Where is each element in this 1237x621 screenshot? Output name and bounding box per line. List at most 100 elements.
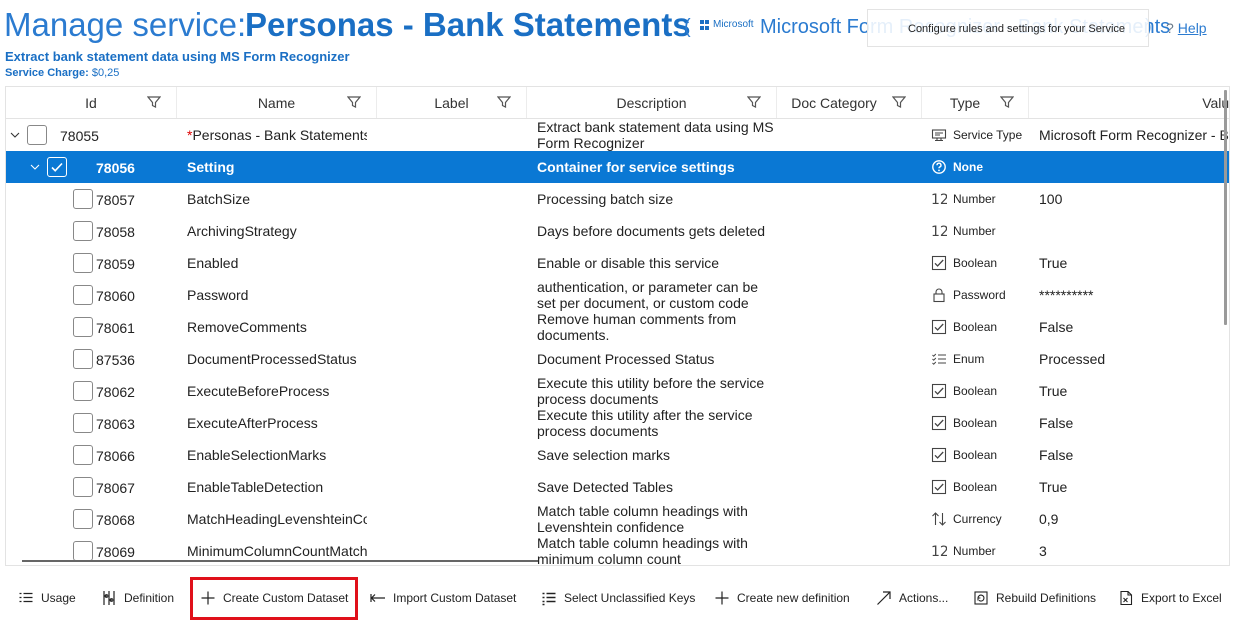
table-row[interactable]: 78061 RemoveComments Remove human comments…: [6, 311, 1229, 343]
row-checkbox[interactable]: [73, 317, 93, 337]
cell-type: Password: [953, 288, 1006, 302]
row-checkbox[interactable]: [73, 253, 93, 273]
row-checkbox[interactable]: [73, 381, 93, 401]
import-custom-dataset-label: Import Custom Dataset: [393, 591, 517, 605]
svg-text:12: 12: [931, 224, 947, 239]
cell-value: 3: [1039, 543, 1047, 559]
actions-button[interactable]: Actions...: [876, 578, 948, 618]
horizontal-scrollbar[interactable]: [22, 560, 538, 562]
table-row[interactable]: 87536 DocumentProcessedStatus Document Pro…: [6, 343, 1229, 375]
create-new-definition-button[interactable]: Create new definition: [714, 578, 850, 618]
filter-icon[interactable]: [147, 95, 161, 109]
rebuild-icon: [974, 591, 988, 605]
column-header-type[interactable]: Type: [922, 87, 1029, 118]
row-checkbox[interactable]: [73, 445, 93, 465]
filter-icon[interactable]: [497, 95, 511, 109]
cell-value: True: [1039, 479, 1068, 495]
definition-label: Definition: [124, 591, 175, 605]
cell-name: Password: [187, 287, 367, 303]
cell-id: 78063: [96, 416, 135, 432]
table-row[interactable]: 78056 Setting Container for service settin…: [6, 151, 1229, 183]
column-header-value[interactable]: Value: [1029, 87, 1229, 118]
cell-type: Number: [953, 224, 996, 238]
table-row[interactable]: 78066 EnableSelectionMarks Save selection …: [6, 439, 1229, 471]
help-label[interactable]: Help: [1178, 20, 1207, 36]
cell-id: 78062: [96, 384, 135, 400]
row-checkbox[interactable]: [73, 541, 93, 561]
number-icon: 12: [931, 544, 947, 559]
actions-arrow-icon: [877, 591, 891, 605]
rebuild-definitions-button[interactable]: Rebuild Definitions: [973, 578, 1096, 618]
cell-name: EnableSelectionMarks: [187, 447, 367, 463]
cell-name-text: DocumentProcessedStatus: [187, 351, 357, 367]
cell-description: Remove human comments from documents.: [537, 311, 737, 343]
cell-description: Extract bank statement data using MS For…: [537, 119, 774, 151]
row-checkbox[interactable]: [73, 285, 93, 305]
row-checkbox[interactable]: [73, 189, 93, 209]
table-row[interactable]: 78062 ExecuteBeforeProcess Execute this ut…: [6, 375, 1229, 407]
cell-name: ArchivingStrategy: [187, 223, 367, 239]
table-row[interactable]: 78060 Password authentication, or paramete…: [6, 279, 1229, 311]
cell-name: ExecuteAfterProcess: [187, 415, 367, 431]
cell-name: BatchSize: [187, 191, 367, 207]
row-checkbox[interactable]: [73, 413, 93, 433]
chevron-down-icon[interactable]: [30, 162, 40, 172]
usage-button[interactable]: Usage: [18, 578, 76, 618]
cell-type: Boolean: [953, 480, 998, 494]
cell-name-text: RemoveComments: [187, 319, 307, 335]
export-to-excel-button[interactable]: Export to Excel: [1118, 578, 1222, 618]
filter-icon[interactable]: [1000, 95, 1014, 109]
column-header-name[interactable]: Name: [177, 87, 377, 118]
table-row[interactable]: 78059 Enabled Enable or disable this servi…: [6, 247, 1229, 279]
cell-type: Boolean: [953, 384, 998, 398]
cell-type: Boolean: [953, 256, 998, 270]
column-header-id[interactable]: Id: [6, 87, 177, 118]
table-row[interactable]: 78057BatchSizeProcessing batch size12Num…: [6, 183, 1229, 215]
question-circle-icon: [932, 160, 946, 174]
row-checkbox[interactable]: [47, 157, 67, 177]
table-row[interactable]: 78068 MatchHeadingLevenshteinCo Match tabl…: [6, 503, 1229, 535]
select-unclassified-keys-button[interactable]: Select Unclassified Keys: [541, 578, 695, 618]
cell-name-text: MinimumColumnCountMatch: [187, 543, 367, 559]
table-row[interactable]: 78055 *Personas - Bank Statements Extract …: [6, 119, 1229, 151]
usage-icon: [19, 592, 33, 603]
import-arrow-icon: [370, 594, 385, 602]
cell-description: Execute this utility after the service p…: [537, 407, 753, 439]
cell-type: Boolean: [953, 320, 998, 334]
vertical-scrollbar[interactable]: [1224, 90, 1227, 325]
filter-icon[interactable]: [892, 95, 906, 109]
page-title-prefix: Manage service:: [4, 6, 247, 43]
cell-id: 78061: [96, 320, 135, 336]
help-link[interactable]: ? Help: [1166, 20, 1207, 36]
definition-button[interactable]: Definition: [101, 578, 174, 618]
row-checkbox[interactable]: [73, 477, 93, 497]
sort-arrows-icon: [932, 512, 946, 526]
cell-id: 78056: [96, 160, 135, 176]
select-unclassified-keys-label: Select Unclassified Keys: [564, 591, 696, 605]
column-header-doc-category[interactable]: Doc Category: [777, 87, 922, 118]
chevron-down-icon[interactable]: [10, 130, 20, 140]
column-header-label[interactable]: Label: [377, 87, 527, 118]
cell-id: 87536: [96, 352, 135, 368]
cell-value: Processed: [1039, 351, 1106, 367]
cell-value: True: [1039, 255, 1068, 271]
table-row[interactable]: 78058 ArchivingStrategy Days before docume…: [6, 215, 1229, 247]
row-checkbox[interactable]: [73, 509, 93, 529]
row-checkbox[interactable]: [73, 349, 93, 369]
header-tooltip: Configure rules and settings for your Se…: [867, 9, 1149, 47]
import-custom-dataset-button[interactable]: Import Custom Dataset: [370, 578, 516, 618]
cell-name: RemoveComments: [187, 319, 367, 335]
row-checkbox[interactable]: [27, 125, 47, 145]
usage-label: Usage: [41, 591, 76, 605]
filter-icon[interactable]: [747, 95, 761, 109]
filter-icon[interactable]: [347, 95, 361, 109]
column-header-description[interactable]: Description: [527, 87, 777, 118]
table-row[interactable]: 78063 ExecuteAfterProcess Execute this uti…: [6, 407, 1229, 439]
help-icon: ?: [1166, 20, 1174, 36]
checkbox-icon: [931, 479, 947, 495]
checkbox-icon: [931, 383, 947, 399]
checkbox-icon: [931, 255, 947, 271]
row-checkbox[interactable]: [73, 221, 93, 241]
cell-name-text: ExecuteAfterProcess: [187, 415, 318, 431]
table-row[interactable]: 78067 EnableTableDetection Save Detected T…: [6, 471, 1229, 503]
